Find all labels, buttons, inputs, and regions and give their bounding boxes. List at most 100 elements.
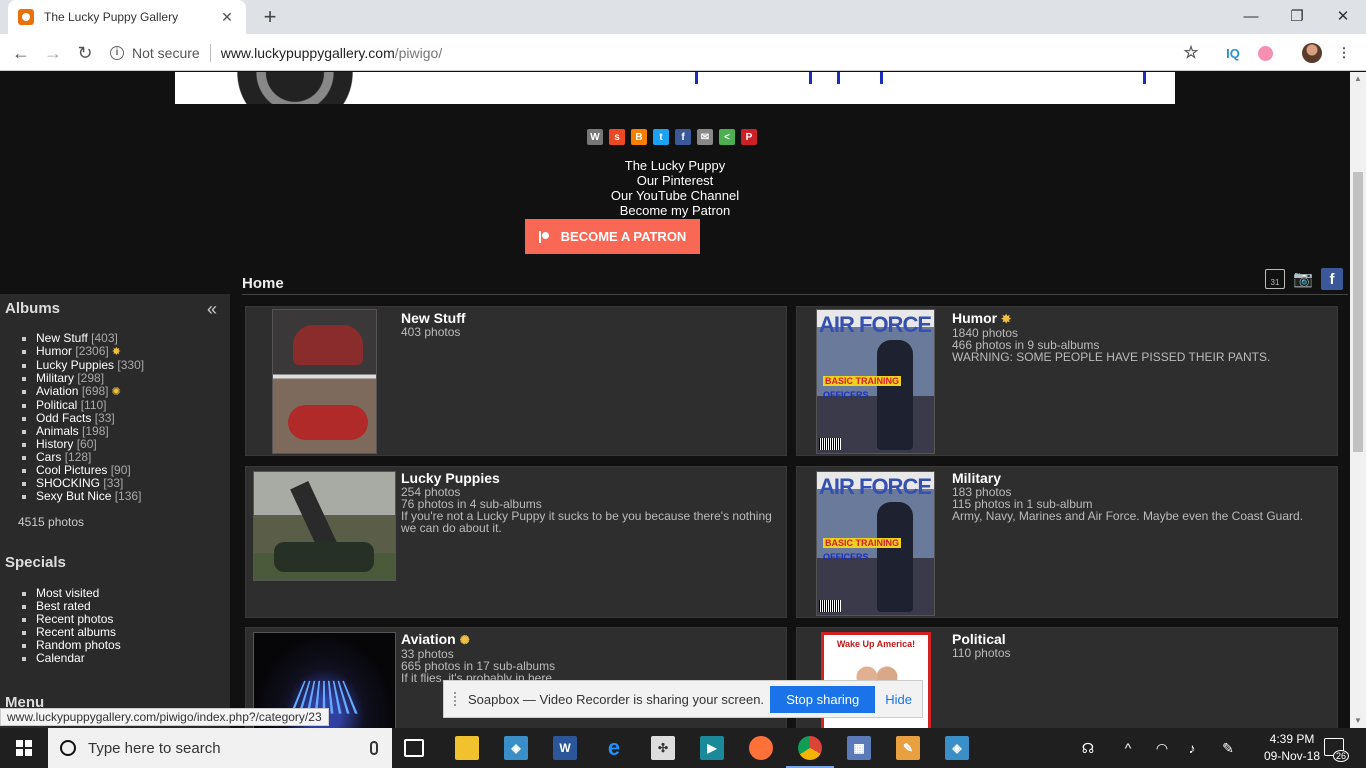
share-buttons: W s B t f ✉ < P <box>587 129 757 145</box>
album-thumbnail[interactable]: AIR FORCE BASIC TRAINING OFFICERS <box>816 309 935 454</box>
clock-date: 09-Nov-18 <box>1263 749 1321 763</box>
people-icon[interactable]: ☊ <box>1076 728 1100 768</box>
facebook-share-icon[interactable]: f <box>675 129 691 145</box>
reload-icon[interactable]: ↻ <box>72 40 98 66</box>
pinterest-icon[interactable]: P <box>741 129 757 145</box>
banner-mark <box>880 72 883 84</box>
firefox-icon[interactable] <box>749 736 773 760</box>
edge-icon[interactable]: e <box>602 735 626 760</box>
taskbar-search[interactable]: Type here to search <box>48 728 392 768</box>
album-thumbnail[interactable] <box>272 309 377 454</box>
link-patron[interactable]: Become my Patron <box>525 203 825 218</box>
title-divider <box>242 294 1348 295</box>
album-title[interactable]: Humor ✸ <box>952 311 1270 325</box>
header-links: The Lucky Puppy Our Pinterest Our YouTub… <box>525 158 825 218</box>
become-patron-button[interactable]: BECOME A PATRON <box>525 219 700 254</box>
restore-icon[interactable]: ❐ <box>1274 0 1320 32</box>
file-explorer-icon[interactable] <box>455 736 479 760</box>
microphone-icon[interactable] <box>370 741 378 755</box>
action-center-icon[interactable]: 26 <box>1324 738 1349 762</box>
twitter-icon[interactable]: t <box>653 129 669 145</box>
album-list: New Stuff [403] Humor [2306] ✸ Lucky Pupp… <box>22 332 144 503</box>
info-icon[interactable]: i <box>110 45 124 60</box>
wifi-icon[interactable]: ◠ <box>1150 728 1174 768</box>
close-tab-icon[interactable]: ✕ <box>218 9 236 26</box>
recorder-extension-icon[interactable] <box>1255 43 1275 63</box>
patron-button-label: BECOME A PATRON <box>560 229 687 244</box>
media-app-icon[interactable]: ▶ <box>700 736 724 760</box>
thumb-cover-title: AIR FORCE <box>819 312 932 337</box>
forward-arrow-icon[interactable]: → <box>40 40 66 66</box>
album-card-humor[interactable]: AIR FORCE BASIC TRAINING OFFICERS Humor ✸… <box>796 306 1338 456</box>
share-icon[interactable]: < <box>719 129 735 145</box>
security-label: Not secure <box>132 44 200 61</box>
album-card-military[interactable]: AIR FORCE BASIC TRAINING OFFICERS Milita… <box>796 466 1338 618</box>
special-calendar[interactable]: Calendar <box>22 652 121 665</box>
pen-icon[interactable]: ✎ <box>1216 728 1240 768</box>
screen-sharing-bar: Soapbox — Video Recorder is sharing your… <box>443 680 923 718</box>
page-scrollbar[interactable]: ▲ ▼ <box>1350 72 1366 728</box>
task-view-icon[interactable] <box>404 739 424 757</box>
chrome-icon[interactable] <box>786 736 834 768</box>
collapse-sidebar-icon[interactable]: « <box>207 299 217 320</box>
app-icon[interactable]: ◈ <box>945 736 969 760</box>
stop-sharing-button[interactable]: Stop sharing <box>770 685 876 713</box>
show-hidden-icons[interactable]: ^ <box>1116 728 1140 768</box>
thumb-cover-title: AIR FORCE <box>819 474 932 499</box>
specials-heading: Specials <box>5 554 66 571</box>
iq-extension-icon[interactable]: IQ <box>1223 43 1243 63</box>
album-card-new-stuff[interactable]: New Stuff 403 photos <box>245 306 787 456</box>
hide-button[interactable]: Hide <box>885 692 912 707</box>
scroll-down-icon[interactable]: ▼ <box>1350 714 1366 728</box>
album-card-lucky-puppies[interactable]: Lucky Puppies 254 photos 76 photos in 4 … <box>245 466 787 618</box>
blogger-icon[interactable]: B <box>631 129 647 145</box>
drag-handle-icon[interactable] <box>454 692 458 706</box>
app-icon[interactable]: ✎ <box>896 736 920 760</box>
album-thumbnail[interactable] <box>253 471 396 581</box>
volume-icon[interactable]: ♪ <box>1180 728 1204 768</box>
url-bar[interactable]: i Not secure www.luckypuppygallery.com/p… <box>110 38 1210 67</box>
profile-avatar[interactable] <box>1302 43 1322 63</box>
menu-dots-icon[interactable]: ⋮ <box>1334 43 1354 63</box>
link-lucky-puppy[interactable]: The Lucky Puppy <box>525 158 825 173</box>
album-title[interactable]: Military <box>952 471 1303 485</box>
album-description: Army, Navy, Marines and Air Force. Maybe… <box>952 509 1304 523</box>
link-youtube[interactable]: Our YouTube Channel <box>525 188 825 203</box>
sidebar-item-aviation[interactable]: Aviation [698] ✺ <box>22 385 144 399</box>
word-icon[interactable]: W <box>553 736 577 760</box>
patreon-icon <box>538 230 549 243</box>
start-button[interactable] <box>0 728 48 768</box>
film-app-icon[interactable]: ▦ <box>847 736 871 760</box>
system-clock[interactable]: 4:39 PM 09-Nov-18 <box>1252 731 1332 765</box>
album-title[interactable]: Political <box>952 632 1011 646</box>
camera-calendar-icon[interactable]: 📷 <box>1291 269 1315 289</box>
album-title[interactable]: New Stuff <box>401 311 466 325</box>
bookmark-star-icon[interactable]: ☆ <box>1181 43 1201 63</box>
close-window-icon[interactable]: ✕ <box>1320 0 1366 32</box>
sidebar-item-humor[interactable]: Humor [2306] ✸ <box>22 345 144 359</box>
album-title[interactable]: Lucky Puppies <box>401 471 781 485</box>
app-icon[interactable]: ◈ <box>504 736 528 760</box>
facebook-icon[interactable]: f <box>1321 268 1343 290</box>
sidebar-item-sexy-but-nice[interactable]: Sexy But Nice [136] <box>22 490 144 503</box>
album-info: Political 110 photos <box>952 632 1011 659</box>
album-title[interactable]: Aviation ✺ <box>401 632 555 646</box>
calendar-icon[interactable]: 31 <box>1265 269 1285 289</box>
url-host: www.luckypuppygallery.com <box>220 44 395 61</box>
new-tab-button[interactable]: + <box>258 4 282 30</box>
home-tools: 31 📷 f <box>1265 268 1343 290</box>
album-photo-count: 403 photos <box>401 325 461 339</box>
scroll-up-icon[interactable]: ▲ <box>1350 72 1366 86</box>
browser-tab[interactable]: The Lucky Puppy Gallery ✕ <box>8 0 246 34</box>
album-thumbnail[interactable]: AIR FORCE BASIC TRAINING OFFICERS <box>816 471 935 616</box>
minimize-icon[interactable]: — <box>1228 0 1274 32</box>
back-arrow-icon[interactable]: ← <box>8 40 34 66</box>
email-icon[interactable]: ✉ <box>697 129 713 145</box>
app-icon[interactable]: ✣ <box>651 736 675 760</box>
link-pinterest[interactable]: Our Pinterest <box>525 173 825 188</box>
page-title[interactable]: Home <box>242 275 284 292</box>
scrollbar-thumb[interactable] <box>1353 172 1363 452</box>
wordpress-icon[interactable]: W <box>587 129 603 145</box>
stumbleupon-icon[interactable]: s <box>609 129 625 145</box>
gallery-favicon-icon <box>18 9 34 25</box>
